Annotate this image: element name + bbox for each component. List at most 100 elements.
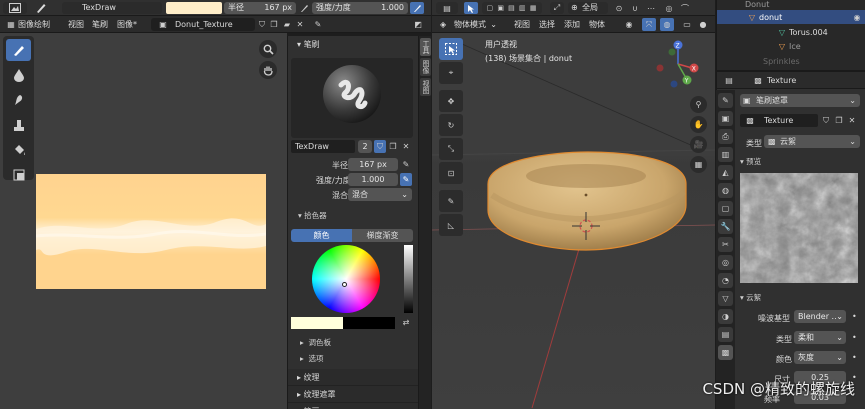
snap-icon[interactable]: ∪: [628, 2, 642, 14]
menu-select[interactable]: 选择: [539, 19, 555, 30]
remove-brush-icon[interactable]: ✕: [400, 140, 412, 153]
secondary-color-swatch[interactable]: [343, 317, 395, 329]
options-row[interactable]: ▸ 选项: [300, 352, 324, 366]
mask-tool-icon[interactable]: [6, 164, 31, 186]
editor-type-icon[interactable]: ▤: [436, 2, 458, 14]
user-count[interactable]: 2: [358, 140, 372, 153]
tab-view[interactable]: 视图: [420, 78, 431, 96]
strength-pressure-icon[interactable]: ✎: [400, 173, 412, 186]
physics-tab-icon[interactable]: ◎: [718, 255, 733, 270]
fake-user-shield-icon[interactable]: ⛉: [374, 140, 386, 153]
render-tab-icon[interactable]: ▣: [718, 111, 733, 126]
open-folder-icon[interactable]: ▰: [281, 18, 293, 31]
pan-hand-icon[interactable]: [259, 61, 277, 79]
radius-field[interactable]: 半径 167 px: [224, 2, 296, 14]
clouds-header[interactable]: ▾ 云絮: [740, 291, 761, 305]
pan-hand-icon[interactable]: ✋: [690, 116, 707, 133]
strength-pressure-icon[interactable]: [410, 2, 424, 14]
section-texture[interactable]: ▸ 纹理: [288, 369, 419, 386]
annotate-tool-icon[interactable]: ✎: [439, 190, 463, 212]
unlink-icon[interactable]: ✕: [294, 18, 306, 31]
new-image-icon[interactable]: ❐: [268, 18, 280, 31]
fill-tool-icon[interactable]: [6, 139, 31, 161]
draw-tool-icon[interactable]: [6, 39, 31, 61]
decorator-dot[interactable]: •: [852, 312, 857, 321]
clone-tool-icon[interactable]: [6, 114, 31, 136]
tab-color[interactable]: 颜色: [291, 229, 352, 242]
measure-tool-icon[interactable]: ◺: [439, 214, 463, 236]
brush-name-field[interactable]: TexDraw: [62, 2, 162, 14]
scale-tool-icon[interactable]: ⤡: [439, 138, 463, 160]
world-tab-icon[interactable]: ◍: [718, 183, 733, 198]
section-stroke[interactable]: ▸ 笔画: [288, 403, 419, 409]
object-mode-select[interactable]: ◈ 物体模式 ⌄: [436, 18, 500, 31]
menu-view[interactable]: 视图: [514, 19, 530, 30]
visibility-eye-icon[interactable]: ◉: [622, 18, 636, 31]
color-swatch[interactable]: [166, 2, 222, 14]
select-box-icon[interactable]: [439, 38, 463, 60]
preview-header[interactable]: ▾ 预览: [740, 155, 761, 169]
strength-field[interactable]: 1.000: [348, 173, 398, 186]
transform-pivot-icon[interactable]: ⤢: [550, 2, 564, 14]
soften-tool-icon[interactable]: [6, 64, 31, 86]
decorator-dot[interactable]: •: [852, 333, 857, 342]
tab-tool[interactable]: 工具: [420, 38, 431, 56]
tab-gradient[interactable]: 梯度渐变: [352, 229, 413, 242]
pivot-icon[interactable]: ⊙: [612, 2, 626, 14]
zoom-icon[interactable]: ⚲: [690, 96, 707, 113]
data-tab-icon[interactable]: ▽: [718, 291, 733, 306]
display-mode-icon[interactable]: ◩: [407, 18, 429, 31]
shading-solid-icon[interactable]: ●: [696, 18, 710, 31]
zoom-icon[interactable]: [259, 40, 277, 58]
outliner-item[interactable]: Torus.004: [789, 28, 828, 37]
visibility-eye-icon[interactable]: ◉: [851, 11, 863, 23]
palette-row[interactable]: ▸ 调色板: [300, 336, 331, 350]
swap-colors-icon[interactable]: ⇄: [400, 316, 412, 329]
perspective-grid-icon[interactable]: ▦: [690, 156, 707, 173]
fake-user-shield-icon[interactable]: ⛉: [256, 18, 268, 31]
editor-type-icon[interactable]: [3, 2, 27, 14]
transform-tool-icon[interactable]: ⊡: [439, 162, 463, 184]
navigation-gizmo[interactable]: Z X Y: [652, 38, 704, 90]
brush-mask-select[interactable]: ▣ 笔刷遮罩 ⌄: [740, 94, 860, 107]
outliner-item[interactable]: Sprinkles: [763, 57, 800, 66]
section-texture-mask[interactable]: ▸ 纹理遮罩: [288, 386, 419, 403]
menu-add[interactable]: 添加: [564, 19, 580, 30]
snap-increment-icon[interactable]: ⋯: [644, 2, 658, 14]
pressure-icon[interactable]: [298, 2, 310, 14]
rotate-tool-icon[interactable]: ↻: [439, 114, 463, 136]
image-selector[interactable]: ▣ Donut_Texture: [151, 18, 255, 31]
noise-basis-select[interactable]: Blender .. ⌄: [794, 310, 846, 323]
proportional-edit-icon[interactable]: ◎: [662, 2, 676, 14]
texture-name-field[interactable]: ▩ Texture: [740, 114, 818, 127]
noise-type-select[interactable]: 柔和 ⌄: [794, 331, 846, 344]
object-tab-icon[interactable]: ▢: [718, 201, 733, 216]
unlink-icon[interactable]: ✕: [846, 114, 858, 127]
outliner-item[interactable]: Ice: [789, 42, 801, 51]
texture-tab-icon[interactable]: ▩: [718, 345, 733, 360]
menu-image[interactable]: 图像*: [117, 19, 137, 30]
camera-icon[interactable]: 🎥: [690, 136, 707, 153]
modifier-tab-icon[interactable]: 🔧: [718, 219, 733, 234]
texture-data-tab-icon[interactable]: ▤: [718, 327, 733, 342]
mode-select[interactable]: ▦ 图像绘制: [3, 18, 61, 31]
duplicate-brush-icon[interactable]: ❐: [387, 140, 399, 153]
primary-color-swatch[interactable]: [291, 317, 343, 329]
menu-object[interactable]: 物体: [589, 19, 605, 30]
smear-tool-icon[interactable]: [6, 89, 31, 111]
orientation-select[interactable]: ⊕ 全局: [568, 2, 608, 14]
color-picker-header[interactable]: ▾ 拾色器: [298, 209, 327, 223]
constraints-tab-icon[interactable]: ◔: [718, 273, 733, 288]
color-mode-select[interactable]: 灰度 ⌄: [794, 351, 846, 364]
material-tab-icon[interactable]: ◑: [718, 309, 733, 324]
duplicate-texture-icon[interactable]: ❐: [833, 114, 845, 127]
tab-image[interactable]: 图像: [420, 58, 431, 76]
brush-name-input[interactable]: TexDraw: [291, 140, 355, 153]
value-slider[interactable]: [404, 245, 413, 313]
outliner-item[interactable]: donut: [759, 13, 782, 22]
strength-field[interactable]: 强度/力度 1.000: [312, 2, 408, 14]
pin-icon[interactable]: ✎: [312, 18, 324, 31]
falloff-icon[interactable]: ⌒: [678, 2, 692, 14]
brush-panel-header[interactable]: ▾ 笔刷: [288, 36, 418, 53]
decorator-dot[interactable]: •: [852, 353, 857, 362]
